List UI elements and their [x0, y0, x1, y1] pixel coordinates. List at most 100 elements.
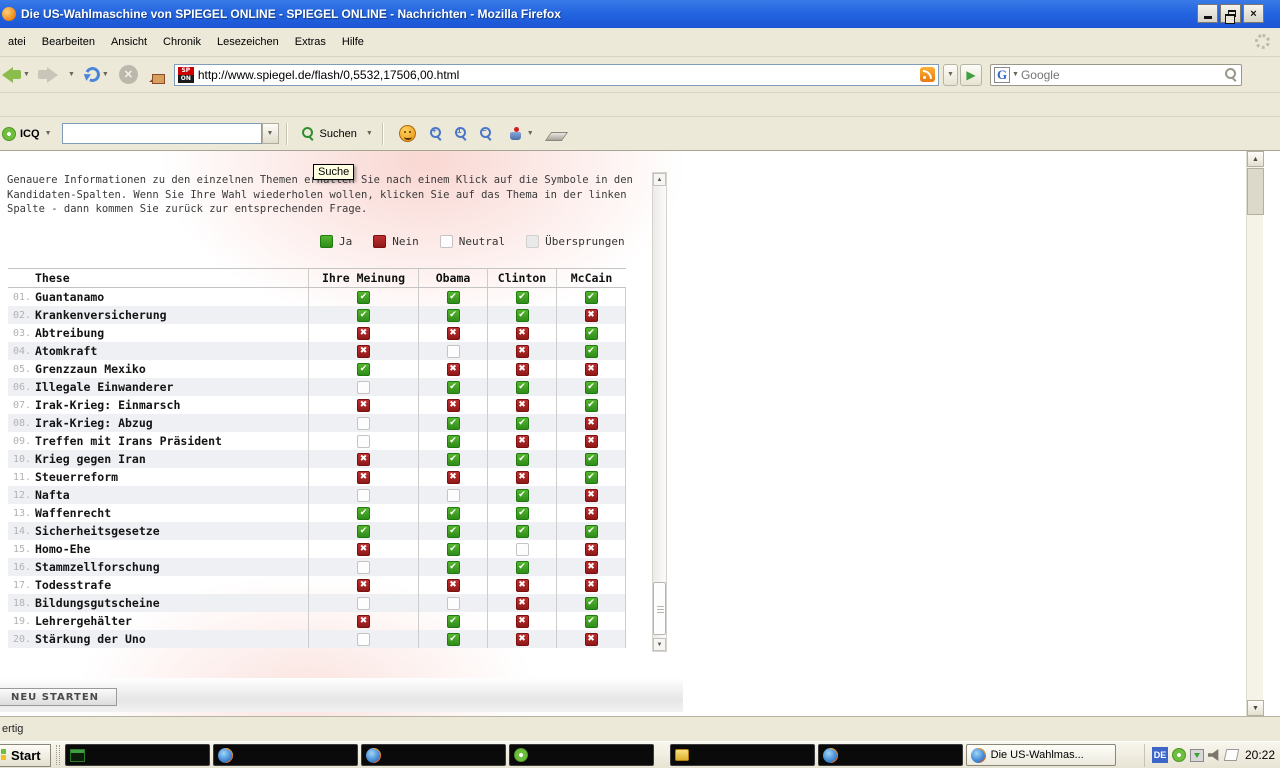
taskbar-button[interactable]: [670, 744, 815, 766]
status-icon-ja[interactable]: ✔: [357, 363, 370, 376]
scroll-down-icon[interactable]: ▼: [653, 638, 666, 651]
status-icon-ja[interactable]: ✔: [585, 399, 598, 412]
rss-icon[interactable]: [920, 67, 935, 82]
status-icon-nein[interactable]: ✖: [447, 399, 460, 412]
status-icon-nein[interactable]: ✖: [357, 327, 370, 340]
back-dropdown[interactable]: ▼: [23, 71, 30, 78]
status-icon-ja[interactable]: ✔: [585, 525, 598, 538]
thesis-link[interactable]: Steuerreform: [35, 470, 308, 484]
status-icon-ja[interactable]: ✔: [585, 381, 598, 394]
thesis-link[interactable]: Bildungsgutscheine: [35, 596, 308, 610]
status-icon-nein[interactable]: ✖: [516, 633, 529, 646]
scrollbar-thumb[interactable]: [653, 582, 666, 635]
status-icon-neutral[interactable]: [357, 381, 370, 394]
thesis-link[interactable]: Abtreibung: [35, 326, 308, 340]
status-icon-ja[interactable]: ✔: [516, 489, 529, 502]
status-icon-ja[interactable]: ✔: [447, 309, 460, 322]
status-icon-nein[interactable]: ✖: [585, 561, 598, 574]
status-icon-ja[interactable]: ✔: [447, 507, 460, 520]
minimize-button[interactable]: [1197, 4, 1218, 23]
zoom-out-icon[interactable]: −: [480, 127, 493, 140]
status-icon-nein[interactable]: ✖: [585, 543, 598, 556]
icq-menu-dropdown[interactable]: ▼: [45, 130, 52, 137]
status-icon-nein[interactable]: ✖: [585, 507, 598, 520]
taskbar-button[interactable]: [361, 744, 506, 766]
status-icon-ja[interactable]: ✔: [585, 471, 598, 484]
zoom-reset-icon[interactable]: 1: [455, 127, 468, 140]
status-icon-ja[interactable]: ✔: [585, 597, 598, 610]
status-icon-nein[interactable]: ✖: [585, 489, 598, 502]
status-icon-nein[interactable]: ✖: [516, 435, 529, 448]
status-icon-ja[interactable]: ✔: [447, 435, 460, 448]
taskbar-button[interactable]: [509, 744, 654, 766]
thesis-link[interactable]: Irak-Krieg: Einmarsch: [35, 398, 308, 412]
icq-tray-icon[interactable]: [1172, 748, 1186, 762]
status-icon-ja[interactable]: ✔: [447, 615, 460, 628]
eraser-icon[interactable]: [545, 132, 568, 141]
scrollbar-thumb[interactable]: [1247, 168, 1264, 215]
google-search-box[interactable]: G ▼: [990, 64, 1242, 86]
status-icon-nein[interactable]: ✖: [585, 417, 598, 430]
restore-button[interactable]: [1220, 4, 1241, 23]
home-button[interactable]: [148, 60, 166, 90]
address-dropdown[interactable]: ▼: [943, 64, 958, 86]
scroll-down-icon[interactable]: ▼: [1247, 700, 1264, 716]
status-icon-nein[interactable]: ✖: [516, 471, 529, 484]
address-bar[interactable]: SPON: [174, 64, 939, 86]
status-icon-ja[interactable]: ✔: [516, 291, 529, 304]
thesis-link[interactable]: Grenzzaun Mexiko: [35, 362, 308, 376]
icq-menu-label[interactable]: ICQ: [20, 128, 40, 140]
status-icon-neutral[interactable]: [447, 489, 460, 502]
status-icon-neutral[interactable]: [357, 561, 370, 574]
forward-dropdown[interactable]: ▼: [68, 71, 75, 78]
thesis-link[interactable]: Illegale Einwanderer: [35, 380, 308, 394]
thesis-link[interactable]: Todesstrafe: [35, 578, 308, 592]
thesis-link[interactable]: Irak-Krieg: Abzug: [35, 416, 308, 430]
status-icon-ja[interactable]: ✔: [357, 291, 370, 304]
status-icon-nein[interactable]: ✖: [357, 615, 370, 628]
volume-icon[interactable]: [1208, 749, 1221, 761]
reload-button[interactable]: [85, 60, 100, 90]
status-icon-nein[interactable]: ✖: [516, 345, 529, 358]
status-icon-ja[interactable]: ✔: [585, 453, 598, 466]
quicklaunch-grip[interactable]: [56, 745, 60, 765]
search-icon[interactable]: [1225, 68, 1238, 81]
taskbar-button[interactable]: Die US-Wahlmas...: [966, 744, 1116, 766]
icq-flower-icon[interactable]: [2, 127, 16, 141]
suchen-dropdown[interactable]: ▼: [366, 130, 373, 137]
safely-remove-icon[interactable]: [1224, 749, 1240, 761]
icq-search-history-dropdown[interactable]: ▼: [262, 123, 279, 144]
status-icon-nein[interactable]: ✖: [516, 597, 529, 610]
restart-button[interactable]: NEU STARTEN: [0, 688, 117, 706]
thesis-link[interactable]: Sicherheitsgesetze: [35, 524, 308, 538]
thesis-link[interactable]: Stammzellforschung: [35, 560, 308, 574]
joystick-dropdown[interactable]: ▼: [527, 130, 534, 137]
thesis-link[interactable]: Krieg gegen Iran: [35, 452, 308, 466]
status-icon-nein[interactable]: ✖: [516, 363, 529, 376]
flash-scrollbar[interactable]: ▲ ▼: [652, 172, 667, 652]
status-icon-nein[interactable]: ✖: [357, 471, 370, 484]
suchen-button[interactable]: Suchen: [295, 124, 364, 143]
status-icon-ja[interactable]: ✔: [516, 453, 529, 466]
thesis-link[interactable]: Nafta: [35, 488, 308, 502]
browser-scrollbar[interactable]: ▲ ▼: [1246, 151, 1263, 716]
status-icon-ja[interactable]: ✔: [447, 417, 460, 430]
language-indicator[interactable]: DE: [1152, 747, 1168, 763]
status-icon-nein[interactable]: ✖: [516, 399, 529, 412]
back-button[interactable]: [0, 60, 21, 90]
icq-search-input[interactable]: [62, 123, 262, 144]
status-icon-nein[interactable]: ✖: [357, 399, 370, 412]
scroll-up-icon[interactable]: ▲: [1247, 151, 1264, 167]
taskbar-button[interactable]: [818, 744, 963, 766]
status-icon-ja[interactable]: ✔: [357, 507, 370, 520]
status-icon-nein[interactable]: ✖: [447, 363, 460, 376]
update-tray-icon[interactable]: [1190, 749, 1204, 762]
zoom-in-icon[interactable]: +: [430, 127, 443, 140]
thesis-link[interactable]: Atomkraft: [35, 344, 308, 358]
thesis-link[interactable]: Lehrergehälter: [35, 614, 308, 628]
menu-item-lesezeichen[interactable]: Lesezeichen: [209, 33, 287, 51]
status-icon-ja[interactable]: ✔: [447, 633, 460, 646]
status-icon-nein[interactable]: ✖: [357, 453, 370, 466]
status-icon-ja[interactable]: ✔: [357, 309, 370, 322]
status-icon-nein[interactable]: ✖: [447, 327, 460, 340]
